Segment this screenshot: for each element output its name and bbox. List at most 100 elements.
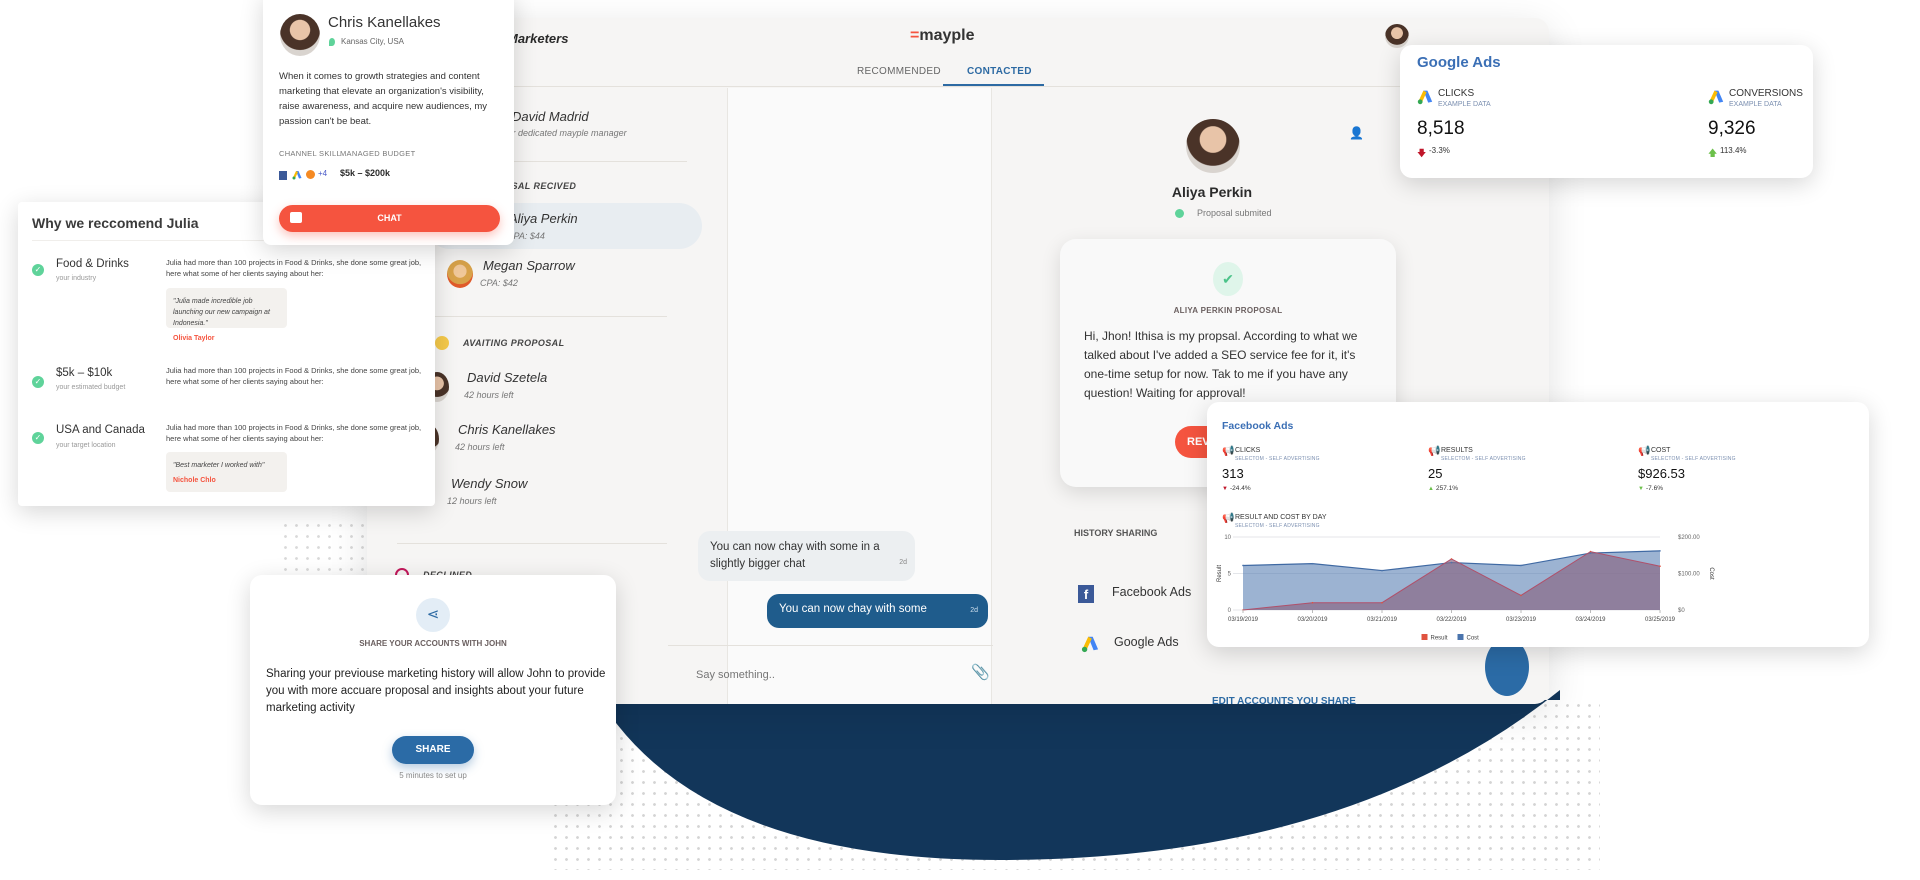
testimonial: "Best marketer I worked with" Nichole Chl…: [166, 452, 287, 492]
y2-axis-label: Cost: [1708, 567, 1714, 580]
divider: [397, 543, 667, 544]
quote-author: Olivia Taylor: [173, 335, 215, 342]
data-point-cost: [1311, 562, 1314, 565]
data-point-cost: [1659, 550, 1661, 552]
data-point-cost: [1589, 552, 1592, 554]
list-item[interactable]: David Szetela 42 hours left: [425, 368, 675, 412]
testimonial: "Julia made incredible job launching our…: [166, 288, 287, 342]
reason-subtitle: your industry: [56, 275, 97, 282]
message-text: You can now chay with some in a slightly…: [710, 541, 880, 570]
chat-button[interactable]: CHAT: [279, 205, 500, 232]
account-facebook[interactable]: Facebook Ads: [1112, 585, 1191, 599]
divider: [668, 645, 993, 646]
metric-sub: EXAMPLE DATA: [1438, 101, 1491, 108]
tab-contacted[interactable]: CONTACTED: [967, 66, 1032, 77]
y-tick-label: 0: [1228, 608, 1232, 614]
message-time: 2d: [899, 559, 907, 566]
metric-change: 113.4%: [1720, 146, 1747, 155]
metric-conversions: CONVERSIONS EXAMPLE DATA 9,326 🡅 113.4%: [1708, 85, 1813, 175]
legend-swatch-cost: [1457, 634, 1464, 640]
status-dot: [1175, 209, 1184, 218]
message-time: 2d: [970, 607, 978, 614]
message-text: You can now chay with some: [779, 603, 927, 615]
data-point-result: [1659, 565, 1661, 567]
marketer-meta: 12 hours left: [447, 496, 497, 506]
clipboard-check-icon: ✔: [1213, 262, 1243, 296]
x-tick-label: 03/22/2019: [1436, 617, 1467, 623]
google-ads-icon: [1081, 636, 1099, 653]
reason-desc: Julia had more than 100 projects in Food…: [166, 366, 422, 386]
profile-avatar: [1186, 119, 1240, 173]
budget-value: $5k – $200k: [340, 168, 391, 178]
marketer-name: Wendy Snow: [451, 476, 528, 491]
check-icon: ✓: [32, 376, 44, 388]
reason-desc: Julia had more than 100 projects in Food…: [166, 258, 422, 278]
marketer-name: Megan Sparrow: [483, 258, 575, 273]
quote-author: Nichole Chlo: [173, 477, 216, 484]
proposal-text: Hi, Jhon! Ithisa is my propsal. Accordin…: [1084, 329, 1358, 400]
list-item[interactable]: Chris Kanellakes 42 hours left: [417, 420, 667, 464]
google-ads-title: Google Ads: [1417, 54, 1501, 71]
y2-tick-label: $0: [1678, 608, 1685, 614]
data-point-cost: [1242, 564, 1244, 567]
message-incoming: You can now chay with some in a slightly…: [698, 531, 915, 581]
reddit-icon: [306, 170, 315, 179]
budget-label: MANAGED BUDGET: [340, 149, 416, 158]
divider: [422, 316, 667, 317]
marketer-meta: 42 hours left: [464, 390, 514, 400]
data-point-cost: [1520, 564, 1522, 567]
recommendation-card: Why we reccomend Julia ✓ Food & Drinks y…: [18, 202, 435, 506]
metric-change: -3.3%: [1429, 146, 1450, 155]
list-item[interactable]: Wendy Snow 12 hours left: [417, 474, 667, 518]
share-icon: ⋖: [416, 598, 450, 632]
avatar: [280, 14, 320, 56]
location: Kansas City, USA: [341, 37, 404, 46]
x-tick-label: 03/23/2019: [1506, 617, 1537, 623]
location-pin-icon: [329, 38, 335, 46]
data-point-result: [1381, 601, 1383, 604]
list-item[interactable]: Megan Sparrow CPA: $42: [447, 256, 697, 300]
x-tick-label: 03/25/2019: [1645, 617, 1676, 623]
account-google[interactable]: Google Ads: [1114, 635, 1179, 649]
data-point-result: [1311, 601, 1314, 604]
edit-accounts-link[interactable]: EDIT ACCOUNTS YOU SHARE: [1212, 696, 1356, 704]
chat-panel: You can now chay with some in a slightly…: [668, 88, 993, 704]
user-avatar[interactable]: [1385, 24, 1409, 48]
message-input[interactable]: [696, 663, 936, 687]
bio: When it comes to growth strategies and c…: [279, 71, 488, 127]
google-ads-card: Google Ads CLICKS EXAMPLE DATA 8,518 🡇 -…: [1400, 45, 1813, 178]
marketer-name: Chris Kanellakes: [458, 422, 556, 437]
reason-subtitle: your estimated budget: [56, 384, 126, 391]
share-note: 5 minutes to set up: [399, 771, 467, 780]
status-text: Proposal submited: [1197, 208, 1272, 218]
data-point-result: [1520, 594, 1522, 597]
quote: "Julia made incredible job launching our…: [173, 298, 270, 327]
facebook-icon: f: [1078, 585, 1094, 603]
tab-recommended[interactable]: RECOMMENDED: [857, 66, 941, 77]
reason-desc: Julia had more than 100 projects in Food…: [166, 423, 422, 443]
reason-title: USA and Canada: [56, 424, 145, 436]
paperclip-icon[interactable]: 📎: [971, 663, 990, 681]
x-tick-label: 03/21/2019: [1367, 617, 1398, 623]
share-button[interactable]: SHARE: [392, 736, 474, 764]
message-outgoing: You can now chay with some 2d: [767, 594, 988, 628]
logo-text: mayple: [919, 27, 975, 44]
header-title: Marketers: [507, 31, 569, 46]
x-tick-label: 03/24/2019: [1575, 617, 1606, 623]
legend-label-result: Result: [1431, 636, 1448, 642]
more-channels[interactable]: +4: [318, 169, 327, 178]
logo[interactable]: =mayple: [910, 27, 974, 45]
person-icon[interactable]: 👤: [1349, 126, 1364, 140]
profile-name: Aliya Perkin: [1171, 184, 1253, 200]
legend-swatch-result: [1421, 634, 1428, 640]
metric-label: CONVERSIONS: [1729, 88, 1803, 99]
check-icon: ✓: [32, 432, 44, 444]
marketer-profile-card: Chris Kanellakes Kansas City, USA When i…: [263, 0, 514, 245]
share-body: Sharing your previouse marketing history…: [266, 668, 606, 714]
recommendation-title: Why we reccomend Julia: [32, 215, 199, 231]
marketer-name: David Szetela: [467, 370, 548, 385]
reason-title: $5k – $10k: [56, 367, 113, 379]
manager-name: David Madrid: [512, 109, 589, 124]
data-point-cost: [1381, 569, 1383, 572]
channel-label: CHANNEL SKILL: [279, 149, 341, 158]
